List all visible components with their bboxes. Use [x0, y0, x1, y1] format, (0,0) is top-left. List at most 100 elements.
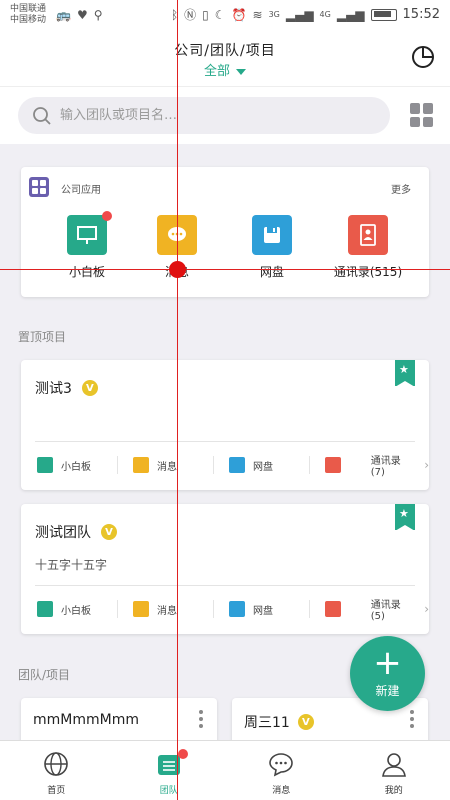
carrier-2: 中国移动: [10, 15, 47, 25]
disk-icon: [229, 601, 245, 617]
plus-icon: +: [373, 643, 402, 683]
project-card[interactable]: 测试3 V ★ 小白板 消息 网盘 通讯录(7) ›: [21, 360, 429, 490]
search-icon: [33, 107, 51, 125]
action-contacts[interactable]: 通讯录(5) ›: [309, 586, 429, 632]
usb-icon: ⚲: [93, 8, 103, 22]
alarm-icon: ⏰: [231, 7, 247, 22]
action-disk[interactable]: 网盘: [213, 442, 309, 488]
caret-down-icon: [236, 68, 246, 75]
bus-icon: 🚌: [56, 8, 71, 22]
vibrate-icon: ▯: [202, 7, 209, 22]
heart-rate-icon: ♥: [76, 8, 88, 22]
signal-3g-label: 3G: [268, 10, 280, 19]
pinned-bookmark-icon: ★: [395, 504, 415, 531]
bottom-tab-bar: 首页 团队 消息 我的: [0, 740, 450, 800]
chevron-right-icon: ›: [424, 602, 429, 616]
tab-label: 我的: [384, 786, 403, 796]
tab-label: 首页: [47, 786, 66, 796]
project-name-row: 测试3 V: [35, 378, 98, 398]
app-label: 通讯录(515): [333, 265, 403, 279]
action-label: 网盘: [253, 605, 273, 617]
whiteboard-icon: [37, 601, 53, 617]
action-message[interactable]: 消息: [117, 586, 213, 632]
click-marker: [169, 261, 186, 278]
new-button-label: 新建: [375, 684, 400, 698]
apps-grid-icon: [29, 177, 49, 197]
app-contacts[interactable]: 通讯录(515): [328, 215, 408, 280]
more-options-icon[interactable]: [410, 710, 414, 728]
whiteboard-icon: [67, 211, 112, 255]
contacts-icon: [325, 601, 341, 617]
team-name: 周三11: [244, 715, 290, 731]
disk-icon: [252, 215, 292, 255]
globe-icon: [44, 752, 69, 776]
notification-badge: [102, 211, 112, 221]
action-label: 通讯录(7): [370, 456, 401, 478]
app-label: 小白板: [68, 265, 105, 279]
page-title: 公司/团队/项目: [174, 43, 276, 59]
project-description: 十五字十五字: [35, 558, 108, 572]
tab-label: 团队: [159, 786, 178, 796]
team-name-row: mmMmmMmm: [33, 712, 139, 728]
app-label: 网盘: [259, 265, 284, 279]
crosshair-horizontal: [0, 269, 450, 270]
search-row: [0, 86, 450, 144]
battery-icon: [370, 8, 397, 21]
search-input[interactable]: [60, 97, 360, 134]
company-apps-card: 公司应用 更多 小白板 消息 网盘 通讯录(515): [21, 167, 429, 297]
pinned-section-title: 置顶项目: [18, 330, 67, 344]
action-label: 小白板: [61, 461, 91, 473]
contacts-icon: [325, 457, 341, 473]
whiteboard-icon: [37, 457, 53, 473]
action-label: 小白板: [61, 605, 91, 617]
project-card[interactable]: 测试团队 V ★ 十五字十五字 小白板 消息 网盘 通讯录(5) ›: [21, 504, 429, 634]
verified-icon: V: [297, 714, 314, 730]
signal-4g-label: 4G: [319, 10, 331, 19]
more-link[interactable]: 更多: [391, 181, 411, 196]
carrier-info: 中国联通 中国移动: [10, 4, 46, 26]
search-box[interactable]: [18, 97, 390, 134]
tab-label: 消息: [272, 786, 291, 796]
contacts-icon: [348, 215, 388, 255]
status-time: 15:52: [402, 7, 440, 22]
crosshair-vertical: [177, 0, 178, 800]
chat-icon: [133, 601, 149, 617]
action-message[interactable]: 消息: [117, 442, 213, 488]
action-whiteboard[interactable]: 小白板: [21, 442, 117, 488]
filter-dropdown[interactable]: 全部: [0, 60, 450, 79]
moon-icon: ☾: [214, 7, 226, 22]
team-name: mmMmmMmm: [33, 712, 139, 728]
action-contacts[interactable]: 通讯录(7) ›: [309, 442, 429, 488]
project-actions: 小白板 消息 网盘 通讯录(7) ›: [21, 442, 429, 488]
company-apps-title: 公司应用: [61, 185, 101, 196]
teams-section-title: 团队/项目: [18, 668, 71, 682]
team-name-row: 周三11 V: [244, 712, 314, 732]
signal-icon: ▂▄▆: [285, 7, 314, 22]
pie-chart-icon[interactable]: [410, 44, 436, 70]
notification-icons: 🚌 ♥ ⚲: [56, 8, 103, 22]
tab-message[interactable]: 消息: [225, 741, 338, 800]
action-label: 网盘: [253, 461, 273, 473]
tab-me[interactable]: 我的: [338, 741, 450, 800]
wifi-icon: ≋: [252, 7, 263, 22]
verified-icon: V: [101, 524, 117, 540]
action-disk[interactable]: 网盘: [213, 586, 309, 632]
app-disk[interactable]: 网盘: [232, 215, 312, 280]
carrier-1: 中国联通: [10, 4, 47, 14]
signal-icon-2: ▂▄▆: [336, 7, 365, 22]
action-label: 消息: [157, 461, 177, 473]
tab-home[interactable]: 首页: [0, 741, 113, 800]
nfc-icon: Ⓝ: [184, 8, 197, 22]
more-options-icon[interactable]: [199, 710, 203, 728]
action-whiteboard[interactable]: 小白板: [21, 586, 117, 632]
notification-badge: [177, 749, 188, 759]
pinned-bookmark-icon: ★: [395, 360, 415, 387]
project-actions: 小白板 消息 网盘 通讯录(5) ›: [21, 586, 429, 632]
verified-icon: V: [81, 380, 98, 396]
grid-view-icon[interactable]: [410, 103, 434, 127]
status-right: ᛒ Ⓝ ▯ ☾ ⏰ ≋ 3G ▂▄▆ 4G ▂▄▆ 15:52: [171, 6, 440, 23]
tab-team[interactable]: 团队: [113, 741, 226, 800]
header: 公司/团队/项目 全部: [0, 30, 450, 86]
app-whiteboard[interactable]: 小白板: [47, 211, 127, 280]
new-button[interactable]: + 新建: [350, 636, 425, 711]
